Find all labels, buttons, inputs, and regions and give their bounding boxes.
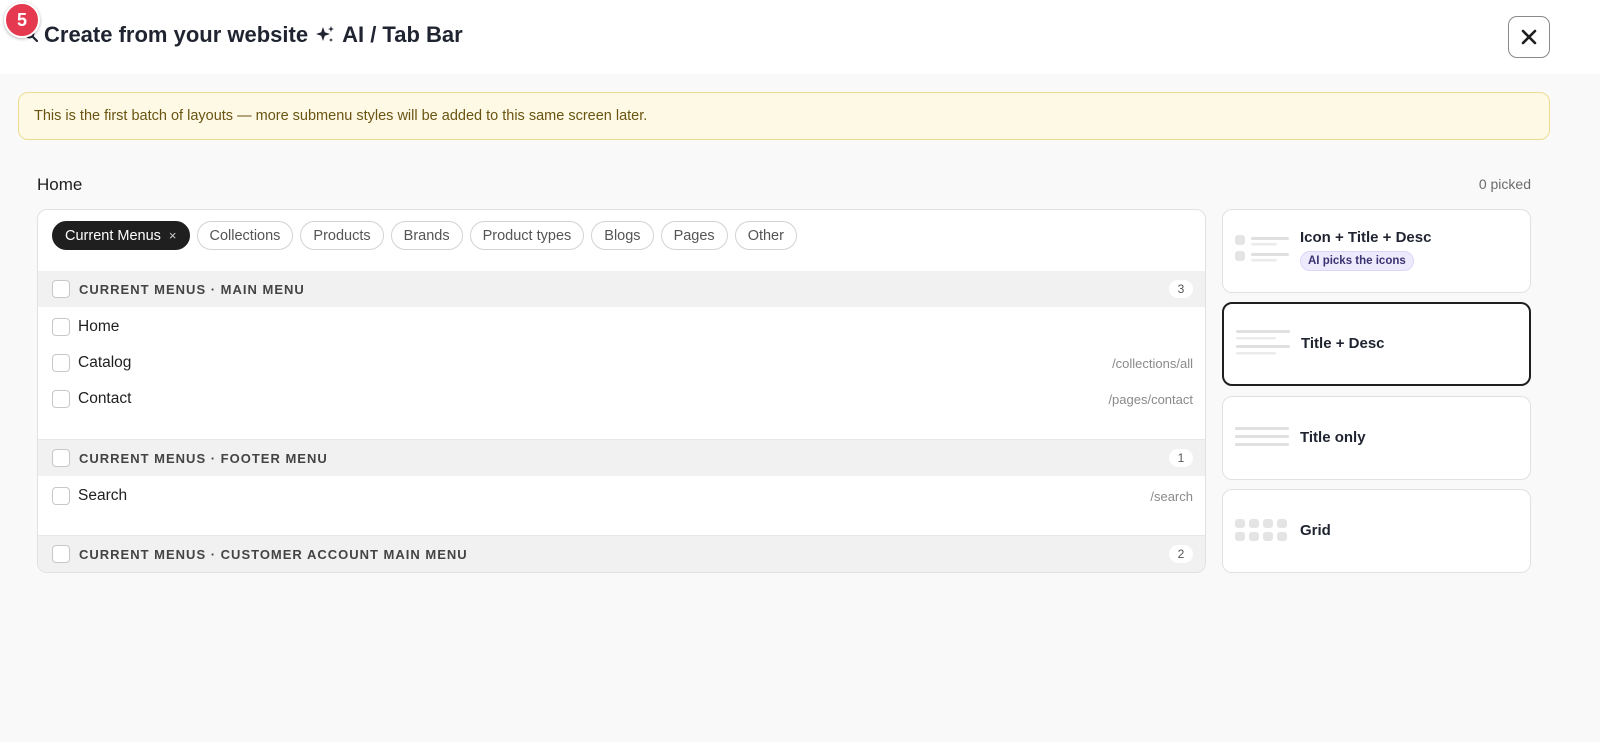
group-count-badge: 3 <box>1169 280 1193 298</box>
item-checkbox[interactable] <box>52 487 70 505</box>
chip-brands[interactable]: Brands <box>390 221 463 250</box>
item-label: Catalog <box>78 354 132 371</box>
item-label: Contact <box>78 390 132 407</box>
icon-title-desc-thumb-icon <box>1235 235 1289 262</box>
item-label: Search <box>78 487 128 504</box>
chip-product-types[interactable]: Product types <box>469 221 585 250</box>
group-title: CURRENT MENUS · MAIN MENU <box>79 281 305 297</box>
group-checkbox[interactable] <box>52 280 70 298</box>
item-label: Home <box>78 318 120 335</box>
grid-thumb-icon <box>1235 519 1287 541</box>
breadcrumb[interactable]: Home <box>37 175 82 195</box>
list-item[interactable]: Catalog /collections/all <box>38 346 1205 380</box>
chip-products[interactable]: Products <box>300 221 384 250</box>
ai-badge: AI picks the icons <box>1300 251 1414 271</box>
group-title: CURRENT MENUS · CUSTOMER ACCOUNT MAIN ME… <box>79 546 468 562</box>
layout-card-title: Grid <box>1300 522 1331 539</box>
group-header-customer-account-menu: CURRENT MENUS · CUSTOMER ACCOUNT MAIN ME… <box>38 536 1205 572</box>
chip-current-menus[interactable]: Current Menus × <box>52 221 190 250</box>
chip-blogs[interactable]: Blogs <box>591 221 654 250</box>
info-notice-text: This is the first batch of layouts — mor… <box>34 108 648 124</box>
dialog-title-text: Create from your website <box>44 22 309 47</box>
title-only-thumb-icon <box>1235 427 1289 446</box>
group-checkbox[interactable] <box>52 545 70 563</box>
chip-other[interactable]: Other <box>734 221 797 250</box>
layout-card-title: Title only <box>1300 429 1366 446</box>
item-checkbox[interactable] <box>52 354 70 372</box>
list-item[interactable]: Home <box>38 310 1205 344</box>
group-header-main-menu: CURRENT MENUS · MAIN MENU 3 <box>38 271 1205 307</box>
close-button[interactable] <box>1508 16 1550 58</box>
group-title: CURRENT MENUS · FOOTER MENU <box>79 450 328 466</box>
sparkle-icon <box>316 26 335 42</box>
chip-collections[interactable]: Collections <box>196 221 294 250</box>
chip-label: Current Menus <box>65 227 161 244</box>
item-checkbox[interactable] <box>52 390 70 408</box>
layout-card-title-desc[interactable]: Title + Desc <box>1222 302 1531 386</box>
layout-card-icon-title-desc[interactable]: Icon + Title + Desc AI picks the icons <box>1222 209 1531 293</box>
group-header-footer-menu: CURRENT MENUS · FOOTER MENU 1 <box>38 440 1205 476</box>
dialog-header: 5 Create from your website AI / Tab Bar <box>0 0 1600 74</box>
title-desc-thumb-icon <box>1236 330 1290 355</box>
layout-card-title: Title + Desc <box>1301 335 1385 352</box>
dialog-title-suffix: AI / Tab Bar <box>342 22 463 47</box>
menu-source-panel: Current Menus × Collections Products Bra… <box>37 209 1206 573</box>
group-count-badge: 2 <box>1169 545 1193 563</box>
step-badge: 5 <box>4 2 40 38</box>
group-count-badge: 1 <box>1169 449 1193 467</box>
item-path: /collections/all <box>1112 355 1193 371</box>
info-notice: This is the first batch of layouts — mor… <box>18 92 1550 140</box>
layout-card-title: Icon + Title + Desc <box>1300 229 1432 246</box>
item-checkbox[interactable] <box>52 318 70 336</box>
list-item[interactable]: Contact /pages/contact <box>38 382 1205 416</box>
dialog-title: Create from your website AI / Tab Bar <box>44 22 463 48</box>
filter-chips: Current Menus × Collections Products Bra… <box>52 221 797 250</box>
item-path: /pages/contact <box>1108 391 1193 407</box>
picked-count: 0 picked <box>1478 176 1531 192</box>
chip-remove-icon[interactable]: × <box>169 228 177 243</box>
chip-pages[interactable]: Pages <box>660 221 728 250</box>
layout-card-title-only[interactable]: Title only <box>1222 396 1531 480</box>
list-item[interactable]: Search /search <box>38 479 1205 513</box>
group-checkbox[interactable] <box>52 449 70 467</box>
item-path: /search <box>1150 488 1193 504</box>
close-icon <box>1521 29 1537 45</box>
layout-card-grid[interactable]: Grid <box>1222 489 1531 573</box>
